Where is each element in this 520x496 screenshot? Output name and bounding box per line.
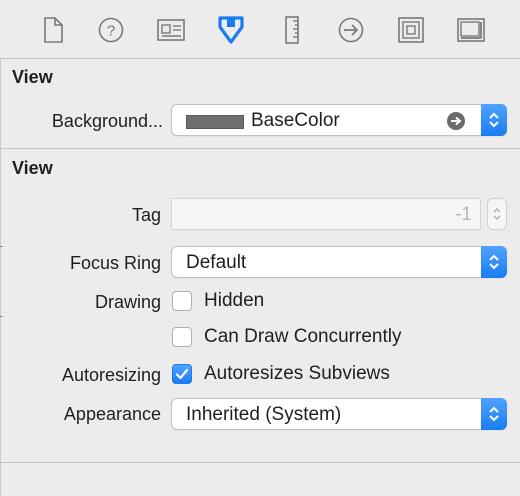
can-draw-concurrently-checkbox[interactable] <box>172 327 192 347</box>
tag-stepper[interactable] <box>487 198 507 230</box>
help-icon: ? <box>98 17 124 43</box>
background-label: Background... <box>51 111 163 131</box>
section-title-view: View <box>12 67 53 87</box>
attributes-icon <box>218 16 244 44</box>
svg-text:?: ? <box>107 23 115 40</box>
connections-icon <box>338 17 364 43</box>
identity-inspector-tab[interactable] <box>151 10 191 50</box>
tag-value: -1 <box>455 204 472 225</box>
arrow-circle-icon[interactable] <box>447 112 465 130</box>
section-title-view: View <box>12 158 53 178</box>
popup-chevrons-icon <box>481 104 507 136</box>
hidden-checkbox-label[interactable]: Hidden <box>204 290 264 312</box>
can-draw-concurrently-label[interactable]: Can Draw Concurrently <box>204 326 401 348</box>
bottom-separator <box>0 462 520 463</box>
edge-tick <box>0 246 3 247</box>
view-effects-icon <box>457 18 485 42</box>
file-icon <box>44 17 63 43</box>
left-edge-divider <box>0 0 1 496</box>
color-swatch <box>186 115 244 129</box>
size-inspector-tab[interactable] <box>272 10 312 50</box>
tag-label: Tag <box>131 205 161 225</box>
inspector-toolbar: ? <box>0 0 520 58</box>
focus-ring-label: Focus Ring <box>69 253 161 273</box>
autoresizes-subviews-checkbox[interactable] <box>172 364 192 384</box>
edge-tick <box>0 316 3 317</box>
popup-chevrons-icon <box>481 246 507 278</box>
popup-chevrons-icon <box>481 398 507 430</box>
bindings-inspector-tab[interactable] <box>391 10 431 50</box>
quick-help-tab[interactable]: ? <box>91 10 131 50</box>
tag-field[interactable]: -1 <box>171 198 481 230</box>
bindings-icon <box>398 17 424 43</box>
focus-ring-popup[interactable]: Default <box>171 246 507 278</box>
stepper-chevrons-icon <box>493 207 501 221</box>
appearance-popup[interactable]: Inherited (System) <box>171 398 507 430</box>
connections-inspector-tab[interactable] <box>331 10 371 50</box>
autoresizes-subviews-label[interactable]: Autoresizes Subviews <box>204 363 390 385</box>
autoresizing-label: Autoresizing <box>61 365 161 385</box>
background-color-value: BaseColor <box>251 110 340 131</box>
section-separator <box>0 148 520 149</box>
focus-ring-value: Default <box>186 252 247 273</box>
appearance-label: Appearance <box>63 404 161 424</box>
checkmark-icon <box>175 368 189 380</box>
attributes-inspector-tab[interactable] <box>211 10 251 50</box>
drawing-label: Drawing <box>94 292 161 312</box>
file-inspector-tab[interactable] <box>33 10 73 50</box>
background-color-popup[interactable]: BaseColor <box>171 104 507 136</box>
toolbar-separator <box>0 58 520 59</box>
appearance-value: Inherited (System) <box>186 404 342 425</box>
view-effects-inspector-tab[interactable] <box>451 10 491 50</box>
identity-icon <box>157 19 185 41</box>
size-ruler-icon <box>285 16 299 44</box>
hidden-checkbox[interactable] <box>172 291 192 311</box>
